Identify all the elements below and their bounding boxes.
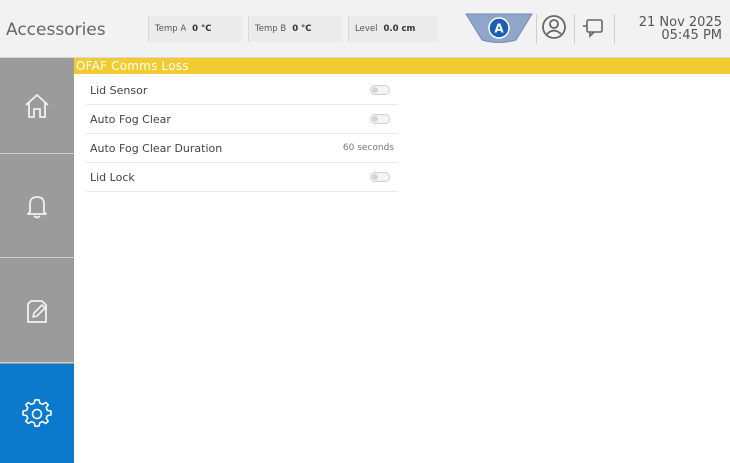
setting-row-lid-sensor[interactable]: Lid Sensor <box>86 76 398 105</box>
temp-a-label: Temp A <box>155 24 187 34</box>
temp-a-value: 0 °C <box>192 24 212 34</box>
temp-b-readout: Temp B 0 °C <box>248 16 342 42</box>
date-time: 21 Nov 2025 05:45 PM <box>639 16 722 42</box>
user-button[interactable] <box>541 14 567 40</box>
message-icon <box>583 19 603 38</box>
temp-b-value: 0 °C <box>292 24 312 34</box>
top-bar: Accessories Temp A 0 °C Temp B 0 °C Leve… <box>0 0 730 58</box>
setting-row-auto-fog-clear-duration[interactable]: Auto Fog Clear Duration 60 seconds <box>86 134 398 163</box>
level-label: Level <box>355 24 378 34</box>
level-readout: Level 0.0 cm <box>348 16 438 42</box>
header-divider <box>614 14 615 44</box>
page-title: Accessories <box>6 20 106 40</box>
temp-a-readout: Temp A 0 °C <box>148 16 242 42</box>
sidebar <box>0 58 74 463</box>
sidebar-item-notes[interactable] <box>0 259 74 363</box>
setting-label: Lid Sensor <box>90 83 148 97</box>
setting-row-lid-lock[interactable]: Lid Lock <box>86 163 398 192</box>
setting-label: Lid Lock <box>90 170 135 184</box>
auto-fog-clear-duration-value[interactable]: 60 seconds <box>343 143 394 153</box>
alert-banner: OFAF Comms Loss <box>74 58 730 74</box>
header-divider <box>536 14 537 44</box>
setting-label: Auto Fog Clear <box>90 112 171 126</box>
toggle-knob <box>372 87 378 93</box>
mode-shield-icon: A <box>465 13 533 43</box>
lid-sensor-toggle[interactable] <box>370 85 390 95</box>
lid-lock-toggle[interactable] <box>370 172 390 182</box>
mode-badge-letter: A <box>494 22 504 36</box>
edit-document-icon <box>27 299 47 323</box>
user-icon <box>542 15 566 39</box>
sidebar-item-home[interactable] <box>0 58 74 154</box>
messages-button[interactable] <box>581 16 607 40</box>
toggle-knob <box>372 174 378 180</box>
toggle-knob <box>372 116 378 122</box>
setting-label: Auto Fog Clear Duration <box>90 141 223 155</box>
sidebar-item-settings[interactable] <box>0 364 74 463</box>
sidebar-item-alarms[interactable] <box>0 155 74 258</box>
mode-indicator[interactable]: A <box>464 12 534 44</box>
bell-icon <box>27 196 47 219</box>
screen: Accessories Temp A 0 °C Temp B 0 °C Leve… <box>0 0 730 463</box>
alert-banner-text: OFAF Comms Loss <box>76 59 189 73</box>
temp-b-label: Temp B <box>255 24 287 34</box>
auto-fog-clear-toggle[interactable] <box>370 114 390 124</box>
time-text: 05:45 PM <box>661 28 722 43</box>
header-divider <box>574 14 575 44</box>
level-value: 0.0 cm <box>383 24 416 34</box>
gear-icon <box>22 398 52 427</box>
home-icon <box>25 93 49 118</box>
settings-list: Lid Sensor Auto Fog Clear Auto Fog Clear… <box>86 76 398 192</box>
setting-row-auto-fog-clear[interactable]: Auto Fog Clear <box>86 105 398 134</box>
